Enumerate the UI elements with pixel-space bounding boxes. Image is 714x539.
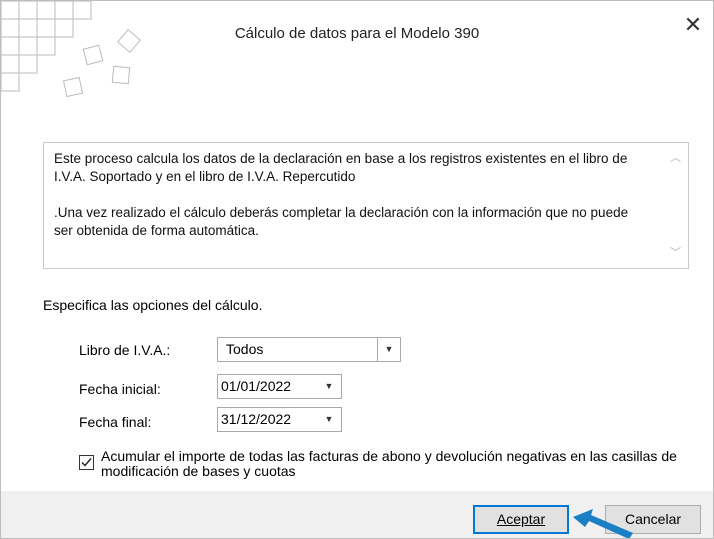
acumular-checkbox[interactable]: [79, 455, 94, 470]
accept-button[interactable]: Aceptar: [473, 505, 569, 534]
app-logo-icon: [1, 1, 141, 98]
dialog-title: Cálculo de datos para el Modelo 390: [234, 25, 480, 42]
description-paragraph: .Una vez realizado el cálculo deberás co…: [54, 205, 629, 238]
description-textbox[interactable]: Este proceso calcula los datos de la dec…: [43, 142, 689, 269]
libro-select-value: Todos: [226, 341, 264, 357]
scroll-down-icon[interactable]: ﹀: [670, 244, 681, 262]
dialog-window: Cálculo de datos para el Modelo 390 ✕ Es…: [0, 0, 714, 539]
dropdown-arrow-icon[interactable]: ▼: [317, 375, 341, 398]
libro-label: Libro de I.V.A.:: [79, 342, 171, 358]
fecha-inicial-value: 01/01/2022: [221, 378, 292, 394]
acumular-checkbox-label: Acumular el importe de todas las factura…: [101, 448, 677, 479]
fecha-inicial-field[interactable]: 01/01/2022 ▼: [217, 374, 342, 399]
scroll-up-icon[interactable]: ︿: [670, 149, 681, 167]
libro-select[interactable]: Todos ▼: [217, 337, 401, 362]
description-paragraph: Este proceso calcula los datos de la dec…: [54, 151, 628, 184]
description-scrollbar[interactable]: ︿ ﹀: [662, 143, 688, 268]
fecha-final-value: 31/12/2022: [221, 411, 292, 427]
fecha-inicial-label: Fecha inicial:: [79, 381, 161, 397]
fecha-final-label: Fecha final:: [79, 414, 152, 430]
dropdown-arrow-icon[interactable]: ▼: [377, 338, 400, 361]
fecha-final-field[interactable]: 31/12/2022 ▼: [217, 407, 342, 432]
options-heading: Especifica las opciones del cálculo.: [43, 297, 263, 313]
checkmark-icon: [81, 458, 92, 467]
close-icon[interactable]: ✕: [681, 13, 705, 37]
dropdown-arrow-icon[interactable]: ▼: [317, 408, 341, 431]
accept-button-label: Aceptar: [496, 511, 546, 527]
mouse-pointer-icon: [573, 509, 633, 538]
